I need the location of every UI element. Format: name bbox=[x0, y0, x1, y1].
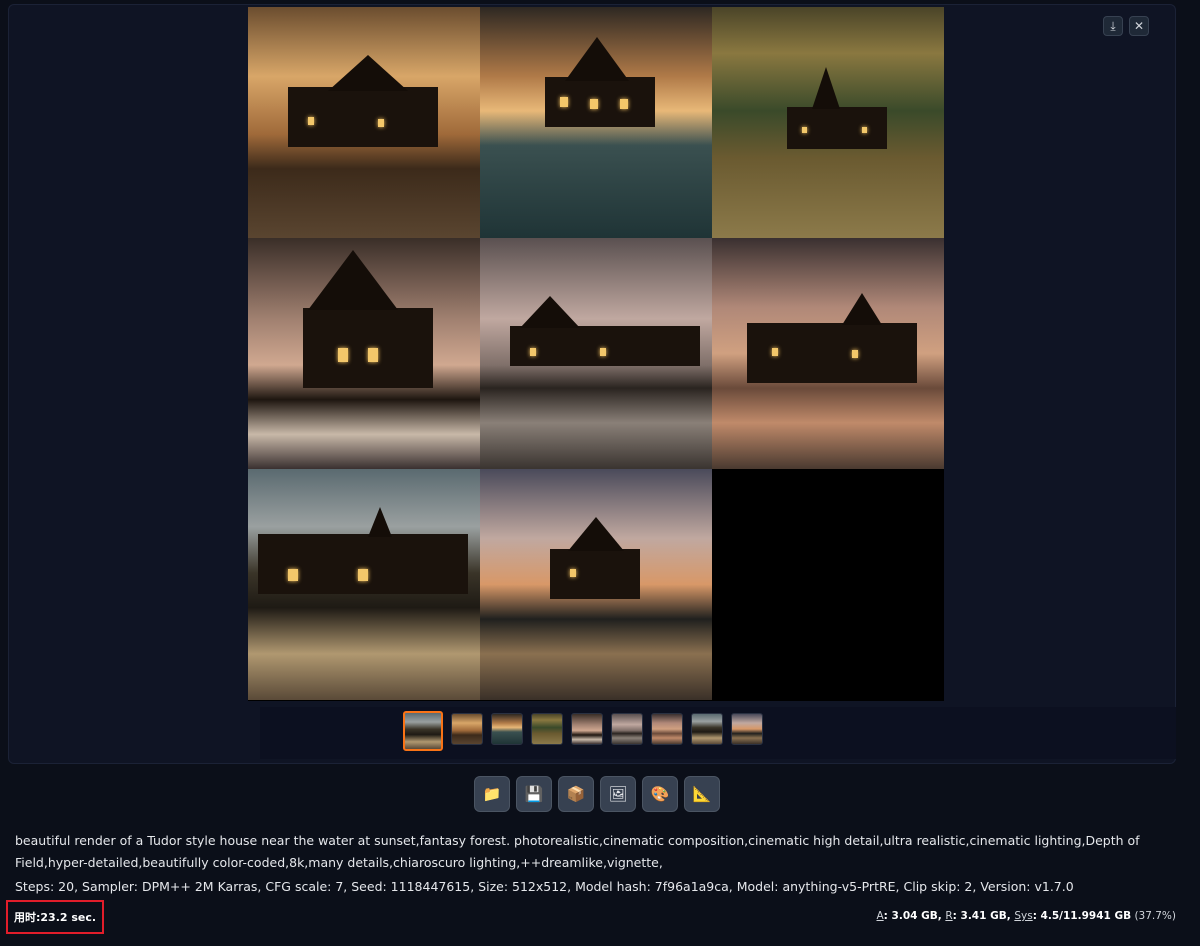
thumbnail[interactable] bbox=[451, 713, 483, 745]
gallery-image-6[interactable] bbox=[712, 238, 944, 469]
thumbnail[interactable] bbox=[571, 713, 603, 745]
prompt-text: beautiful render of a Tudor style house … bbox=[15, 833, 1140, 870]
thumbnail[interactable] bbox=[651, 713, 683, 745]
gallery-actions: ⤓ ✕ bbox=[1103, 16, 1149, 36]
save-button[interactable]: 💾 bbox=[516, 776, 552, 812]
gallery-image-empty bbox=[712, 469, 944, 700]
send-to-inpaint-button[interactable]: 🎨 bbox=[642, 776, 678, 812]
gallery-image-8[interactable] bbox=[480, 469, 712, 700]
image-grid bbox=[248, 7, 944, 701]
open-folder-button[interactable]: 📁 bbox=[474, 776, 510, 812]
thumbnail[interactable] bbox=[731, 713, 763, 745]
thumbnail[interactable] bbox=[531, 713, 563, 745]
gallery-image-2[interactable] bbox=[480, 7, 712, 238]
mem-sys-value: : 4.5/11.9941 GB bbox=[1032, 910, 1132, 922]
time-label: 用时: bbox=[14, 911, 41, 924]
status-footer: 用时: 23.2 sec. A: 3.04 GB, R: 3.41 GB, Sys… bbox=[0, 900, 1200, 936]
gallery-image-4[interactable] bbox=[248, 238, 480, 469]
time-value: 23.2 sec. bbox=[40, 910, 97, 924]
thumbnail-strip bbox=[260, 707, 1176, 759]
palette-icon: 🎨 bbox=[650, 785, 670, 803]
mem-percent: (37.7%) bbox=[1131, 910, 1176, 922]
gallery-image-7[interactable] bbox=[248, 469, 480, 700]
thumbnail[interactable] bbox=[611, 713, 643, 745]
ruler-icon: 📐 bbox=[692, 785, 712, 803]
close-icon[interactable]: ✕ bbox=[1129, 16, 1149, 36]
thumbnail[interactable] bbox=[691, 713, 723, 745]
memory-stats: A: 3.04 GB, R: 3.41 GB, Sys: 4.5/11.9941… bbox=[876, 910, 1176, 922]
image-icon: 🖼 bbox=[608, 785, 628, 803]
mem-sys-label: Sys bbox=[1014, 910, 1033, 922]
gallery-image-5[interactable] bbox=[480, 238, 712, 469]
mem-r-label: R bbox=[945, 910, 953, 922]
send-to-img2img-button[interactable]: 🖼 bbox=[600, 776, 636, 812]
gallery-image-1[interactable] bbox=[248, 7, 480, 238]
thumbnail[interactable] bbox=[403, 711, 443, 751]
zip-icon: 📦 bbox=[566, 785, 586, 803]
zip-button[interactable]: 📦 bbox=[558, 776, 594, 812]
send-to-extras-button[interactable]: 📐 bbox=[684, 776, 720, 812]
mem-r-value: : 3.41 GB, bbox=[952, 910, 1015, 922]
gallery-image-3[interactable] bbox=[712, 7, 944, 238]
folder-icon: 📁 bbox=[482, 785, 502, 803]
generation-params: Steps: 20, Sampler: DPM++ 2M Karras, CFG… bbox=[15, 879, 1074, 894]
image-toolbar: 📁 💾 📦 🖼 🎨 📐 bbox=[474, 776, 720, 812]
save-icon: 💾 bbox=[524, 785, 544, 803]
thumbnail[interactable] bbox=[491, 713, 523, 745]
download-icon[interactable]: ⤓ bbox=[1103, 16, 1123, 36]
generation-info: beautiful render of a Tudor style house … bbox=[15, 830, 1165, 898]
mem-a-label: A bbox=[876, 910, 884, 922]
mem-a-value: : 3.04 GB, bbox=[883, 910, 946, 922]
generation-time-box: 用时: 23.2 sec. bbox=[6, 900, 104, 934]
